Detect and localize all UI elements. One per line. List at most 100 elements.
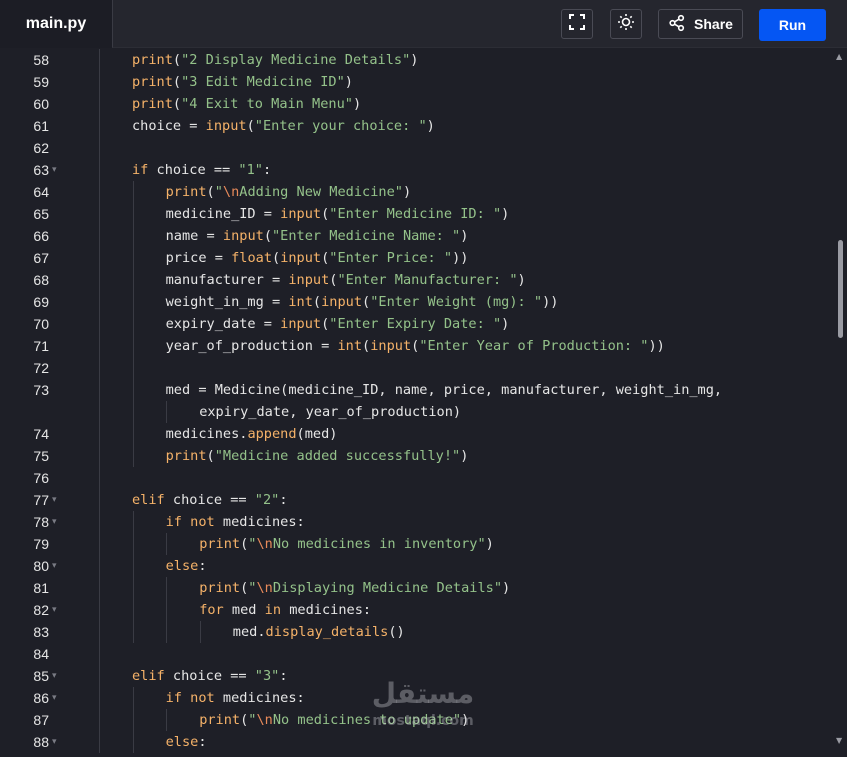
code-token: \n	[256, 536, 273, 552]
code-line[interactable]: 78 ▾ if not medicines:	[0, 511, 830, 533]
code-text: print("Medicine added successfully!")	[166, 445, 469, 467]
scroll-down-icon[interactable]: ▼	[836, 736, 842, 745]
code-text: elif choice == "3":	[132, 665, 288, 687]
code-line[interactable]: 80 ▾ else:	[0, 555, 830, 577]
line-number: 88	[33, 734, 49, 750]
code-line[interactable]: 66 name = input("Enter Medicine Name: ")	[0, 225, 830, 247]
code-token: else	[165, 734, 199, 750]
code-line[interactable]: 68 manufacturer = input("Enter Manufactur…	[0, 269, 830, 291]
code-text: expiry_date, year_of_production)	[199, 401, 461, 423]
code-token: )	[410, 52, 419, 68]
code-line[interactable]: 60 print("4 Exit to Main Menu")	[0, 93, 830, 115]
code-line[interactable]: 77 ▾ elif choice == "2":	[0, 489, 830, 511]
code-line[interactable]: 64 print("\nAdding New Medicine")	[0, 181, 830, 203]
indent-guide	[99, 401, 100, 423]
code-token: \n	[256, 580, 273, 596]
indent-guide	[99, 379, 100, 401]
fullscreen-button[interactable]	[561, 9, 593, 39]
code-line[interactable]: 83 med.display_details()	[0, 621, 830, 643]
code-token: No medicines in inventory"	[272, 536, 486, 552]
code-line[interactable]: 74 medicines.append(med)	[0, 423, 830, 445]
indent-guide	[99, 599, 100, 621]
code-token: print	[165, 448, 207, 464]
run-label: Run	[778, 17, 807, 33]
code-line[interactable]: 72	[0, 357, 830, 379]
code-editor[interactable]: 58 print("2 Display Medicine Details") 59 p…	[0, 48, 847, 757]
code-line[interactable]: 62	[0, 137, 830, 159]
indent-guide	[99, 577, 100, 599]
code-token: med	[223, 602, 265, 618]
code-line[interactable]: 79 print("\nNo medicines in inventory")	[0, 533, 830, 555]
fold-chevron-icon[interactable]: ▾	[52, 159, 57, 181]
code-token: input	[370, 338, 412, 354]
code-line[interactable]: 75 print("Medicine added successfully!")	[0, 445, 830, 467]
scrollbar-thumb[interactable]	[838, 240, 843, 338]
indent-guide	[99, 489, 100, 511]
line-number: 69	[33, 294, 49, 310]
code-token: choice ==	[148, 162, 239, 178]
code-token: medicines:	[281, 602, 372, 618]
code-token: medicines:	[214, 514, 305, 530]
code-line[interactable]: 69 weight_in_mg = int(input("Enter Weight…	[0, 291, 830, 313]
line-number: 86	[33, 690, 49, 706]
code-text: med = Medicine(medicine_ID, name, price,…	[166, 379, 723, 401]
code-token: ()	[388, 624, 405, 640]
code-line[interactable]: 76	[0, 467, 830, 489]
fold-chevron-icon[interactable]: ▾	[52, 489, 57, 511]
code-line[interactable]: 71 year_of_production = int(input("Enter …	[0, 335, 830, 357]
fullscreen-icon	[568, 13, 586, 36]
code-text: print("\nDisplaying Medicine Details")	[199, 577, 510, 599]
code-line[interactable]: 63 ▾ if choice == "1":	[0, 159, 830, 181]
share-button[interactable]: Share	[658, 9, 743, 39]
code-line[interactable]: 61 choice = input("Enter your choice: ")	[0, 115, 830, 137]
indent-guide	[99, 511, 100, 533]
fold-chevron-icon[interactable]: ▾	[52, 555, 57, 577]
indent-guide	[132, 225, 134, 247]
indent-guide	[99, 247, 100, 269]
fold-chevron-icon[interactable]: ▾	[52, 511, 57, 533]
code-text: if choice == "1":	[132, 159, 271, 181]
code-token: (	[263, 228, 272, 244]
code-token: )	[460, 228, 469, 244]
line-number: 58	[33, 52, 49, 68]
code-token: )	[517, 272, 526, 288]
share-label: Share	[694, 16, 733, 32]
code-text: print("\nAdding New Medicine")	[166, 181, 412, 203]
code-line[interactable]: 67 price = float(input("Enter Price: "))	[0, 247, 830, 269]
scroll-up-icon[interactable]: ▲	[836, 52, 842, 61]
code-line[interactable]: 82 ▾ for med in medicines:	[0, 599, 830, 621]
code-line[interactable]: 70 expiry_date = input("Enter Expiry Date…	[0, 313, 830, 335]
code-token: medicines.	[165, 426, 248, 442]
code-line[interactable]: expiry_date, year_of_production)	[0, 401, 830, 423]
run-button[interactable]: Run	[759, 9, 826, 41]
code-token: input	[280, 316, 322, 332]
fold-chevron-icon[interactable]: ▾	[52, 731, 57, 753]
line-number: 79	[33, 536, 49, 552]
code-line[interactable]: 84	[0, 643, 830, 665]
line-number: 74	[33, 426, 49, 442]
code-token: "	[214, 184, 223, 200]
code-token: )	[426, 118, 435, 134]
code-line[interactable]: 59 print("3 Edit Medicine ID")	[0, 71, 830, 93]
fold-chevron-icon[interactable]: ▾	[52, 687, 57, 709]
indent-guide	[99, 137, 100, 159]
fold-chevron-icon[interactable]: ▾	[52, 665, 57, 687]
vertical-scrollbar[interactable]: ▲ ▼	[834, 48, 847, 757]
code-line[interactable]: 58 print("2 Display Medicine Details")	[0, 49, 830, 71]
code-token: elif	[132, 668, 165, 684]
code-line[interactable]: 73 med = Medicine(medicine_ID, name, pric…	[0, 379, 830, 401]
indent-guide	[99, 49, 100, 71]
line-number: 66	[33, 228, 49, 244]
code-token: "Medicine added successfully!"	[214, 448, 461, 464]
code-token: "Enter Weight (mg): "	[370, 294, 543, 310]
code-line[interactable]: 65 medicine_ID = input("Enter Medicine ID…	[0, 203, 830, 225]
indent-guide	[132, 533, 134, 555]
code-token: in	[264, 602, 282, 618]
code-text: if not medicines:	[166, 687, 305, 709]
fold-chevron-icon[interactable]: ▾	[52, 599, 57, 621]
file-tab[interactable]: main.py	[0, 0, 112, 48]
code-line[interactable]: 81 print("\nDisplaying Medicine Details")	[0, 577, 830, 599]
indent-guide	[132, 599, 134, 621]
code-text: expiry_date = input("Enter Expiry Date: …	[166, 313, 510, 335]
theme-toggle-button[interactable]	[610, 9, 642, 39]
